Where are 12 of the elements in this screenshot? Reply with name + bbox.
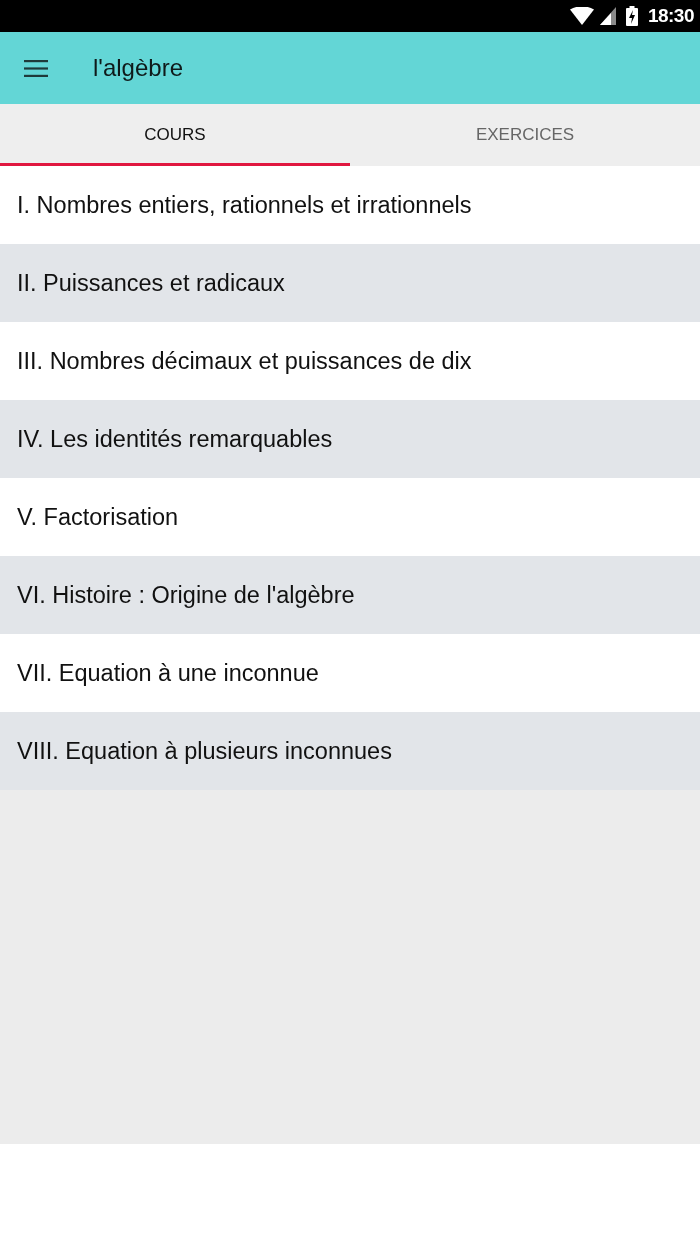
- tab[interactable]: EXERCICES: [350, 104, 700, 166]
- signal-icon: [599, 7, 616, 25]
- app-title: l'algèbre: [93, 54, 183, 82]
- menu-button[interactable]: [24, 59, 48, 77]
- chapter-list-item[interactable]: VI. Histoire : Origine de l'algèbre: [0, 556, 700, 634]
- chapter-list-item[interactable]: II. Puissances et radicaux: [0, 244, 700, 322]
- status-time: 18:30: [647, 5, 694, 27]
- chapter-list-item[interactable]: IV. Les identités remarquables: [0, 400, 700, 478]
- wifi-icon: [569, 7, 594, 25]
- menu-icon: [24, 59, 48, 77]
- battery-charging-icon: [625, 6, 638, 26]
- chapter-list-item[interactable]: VIII. Equation à plusieurs inconnues: [0, 712, 700, 790]
